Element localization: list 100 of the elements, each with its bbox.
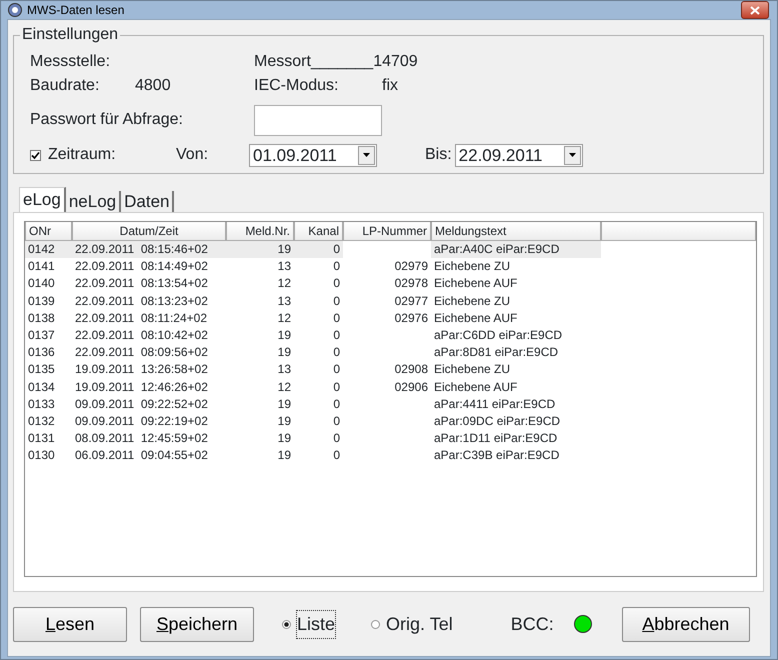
table-cell-text: Eichebene ZU <box>433 292 512 310</box>
dropdown-arrow-icon <box>363 153 370 157</box>
table-cell-text: 22.09.2011 08:13:23+02 <box>74 292 209 310</box>
column-header[interactable]: LP-Nummer <box>343 222 431 241</box>
table-cell: aPar:A40C eiPar:E9CD <box>431 241 601 258</box>
field-label: Von: <box>176 145 210 165</box>
date-dropdown[interactable]: 01.09.2011 <box>249 144 377 166</box>
table-cell-text: 19.09.2011 12:46:26+02 <box>74 378 209 396</box>
field-label: Messstelle: <box>30 52 112 72</box>
table-cell-text: 0 <box>332 344 341 362</box>
table-cell-text: 02979 <box>394 258 429 276</box>
table-cell-text: 13 <box>276 292 292 310</box>
read-button[interactable]: Lesen <box>13 606 127 642</box>
table-cell-text: 02978 <box>394 275 429 292</box>
table-cell-text: Eichebene AUF <box>433 310 518 327</box>
table-cell-text: 13 <box>276 361 292 378</box>
radio-option[interactable]: Liste <box>282 610 336 638</box>
table-cell-text: 02908 <box>394 361 429 378</box>
cancel-button[interactable]: Abbrechen <box>622 606 750 642</box>
window-title: MWS-Daten lesen <box>27 2 124 19</box>
table-cell-text: 19 <box>276 326 292 344</box>
table-cell: 19 <box>226 241 294 258</box>
table-cell-text: 0136 <box>27 344 56 362</box>
field-label: Bis: <box>425 145 452 165</box>
table-cell-text: 0138 <box>27 310 56 327</box>
table-cell-text: 0 <box>332 447 341 464</box>
table-cell-text: aPar:8D81 eiPar:E9CD <box>433 344 560 362</box>
table-cell-text: aPar:4411 eiPar:E9CD <box>433 396 556 413</box>
table-cell-text: 09.09.2011 09:22:19+02 <box>74 412 209 430</box>
table-cell-text: 22.09.2011 08:10:42+02 <box>74 326 209 344</box>
table-cell-text: aPar:C39B eiPar:E9CD <box>433 447 560 464</box>
tab[interactable]: eLog <box>19 187 66 212</box>
table-cell-text: 12 <box>276 275 292 292</box>
table-cell-text: 22.09.2011 08:14:49+02 <box>74 258 209 276</box>
table-cell-text: 22.09.2011 08:11:24+02 <box>74 310 208 327</box>
bcc-label: BCC: <box>510 612 554 636</box>
table-cell-text: 0 <box>332 258 341 276</box>
table-cell-text: 0139 <box>27 292 56 310</box>
table-cell-text: 0 <box>332 361 341 378</box>
table-cell-text: 19 <box>276 447 292 464</box>
table-cell: 0142 <box>25 241 72 258</box>
table-cell-text: 0131 <box>27 430 56 448</box>
table-cell-text: 08.09.2011 12:45:59+02 <box>74 430 209 448</box>
table-cell-text: 13 <box>276 258 292 276</box>
table-cell-text: 22.09.2011 08:13:54+02 <box>74 275 209 292</box>
table-cell-text: 0 <box>332 275 341 292</box>
table-cell-text: 0141 <box>27 258 56 276</box>
table-cell-text: 0134 <box>27 378 56 396</box>
field-label: Passwort für Abfrage: <box>30 110 184 130</box>
table-cell-text: 09.09.2011 09:22:52+02 <box>74 396 209 413</box>
table-cell-text: 0 <box>332 412 341 430</box>
checkbox[interactable] <box>30 150 41 160</box>
table-cell-text: 02906 <box>394 378 429 396</box>
table-cell-text: 0140 <box>27 275 56 292</box>
table-cell-text: 0135 <box>27 361 56 378</box>
table-cell-text: 0132 <box>27 412 56 430</box>
table-cell-text: aPar:C6DD eiPar:E9CD <box>433 326 564 344</box>
table-cell-text: 0 <box>332 378 341 396</box>
column-header[interactable]: ONr <box>25 222 72 241</box>
table-cell-text: 19 <box>276 344 292 362</box>
table-cell: 0 <box>294 241 343 258</box>
date-dropdown[interactable]: 22.09.2011 <box>454 144 583 166</box>
table-cell-text: 22.09.2011 08:09:56+02 <box>74 344 209 362</box>
field-label: IEC-Modus: <box>254 76 340 96</box>
column-header[interactable]: Meldungstext <box>431 222 601 241</box>
table-cell-text: 0 <box>332 396 341 413</box>
radio-dot-icon <box>284 622 289 626</box>
table-cell-text: 02977 <box>394 292 429 310</box>
table-cell-text: 0137 <box>27 326 56 344</box>
checkbox-label: Zeitraum: <box>48 145 117 165</box>
table-cell-text: aPar:1D11 eiPar:E9CD <box>433 430 558 448</box>
table-cell-text: aPar:09DC eiPar:E9CD <box>433 412 562 430</box>
table-cell-text: Eichebene ZU <box>433 361 512 378</box>
table-cell: 22.09.2011 08:15:46+02 <box>72 241 226 258</box>
table-cell-text: 12 <box>276 378 292 396</box>
close-icon <box>750 6 760 14</box>
column-header[interactable]: Meld.Nr. <box>226 222 294 241</box>
field-value: fix <box>382 76 398 96</box>
table-cell-text: Eichebene ZU <box>433 258 512 276</box>
table-cell-text: 0 <box>332 292 341 310</box>
save-button[interactable]: Speichern <box>140 606 254 642</box>
group-title: Einstellungen <box>20 26 120 44</box>
table-cell-text: 12 <box>276 310 292 327</box>
field-value: Messort_______14709 <box>254 52 418 72</box>
close-button[interactable] <box>741 1 769 19</box>
table-cell-text: 06.09.2011 09:04:55+02 <box>74 447 209 464</box>
table-cell-text: Eichebene AUF <box>433 275 518 292</box>
field-value: 4800 <box>135 76 172 96</box>
table-cell-text: 19.09.2011 13:26:58+02 <box>74 361 209 378</box>
app-icon <box>7 2 23 18</box>
password-field[interactable] <box>254 104 382 136</box>
table-cell-text: 0 <box>332 326 341 344</box>
radio-option[interactable]: Orig. Tel <box>371 610 453 638</box>
table-cell-text: 0 <box>332 430 341 448</box>
table-cell-text: 0 <box>332 310 341 327</box>
table-cell-text: 19 <box>276 396 292 413</box>
table-cell-text: Eichebene AUF <box>433 378 518 396</box>
column-header[interactable]: Kanal <box>294 222 343 241</box>
table-cell-text: 02976 <box>394 310 429 327</box>
column-header[interactable]: Datum/Zeit <box>72 222 226 241</box>
